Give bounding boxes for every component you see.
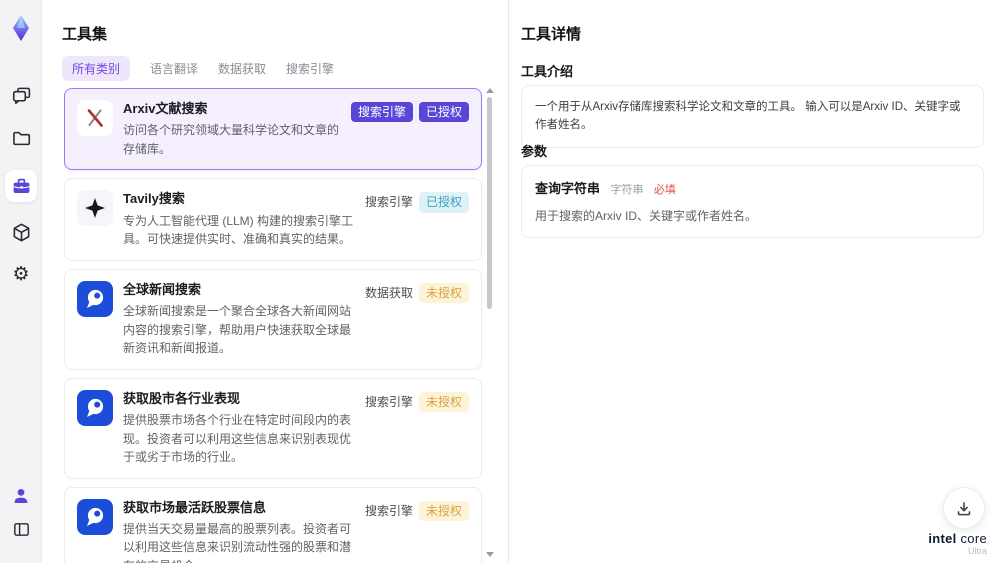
tool-card-body: 获取股市各行业表现 提供股票市场各个行业在特定时间段内的表现。投资者可以利用这些… (123, 390, 355, 467)
panel-toggle-icon (13, 523, 29, 536)
intel-core-wordmark: intel core (928, 531, 987, 546)
tool-card-body: 全球新闻搜索 全球新闻搜索是一个聚合全球各大新闻网站内容的搜索引擎，帮助用户快速… (123, 281, 355, 358)
left-icon-rail: ⚙ (0, 0, 42, 563)
sidebar-item-profile[interactable] (0, 486, 42, 506)
tool-card[interactable]: 获取市场最活跃股票信息 提供当天交易量最高的股票列表。投资者可以利用这些信息来识… (64, 486, 482, 563)
cube-icon (13, 223, 29, 242)
category-tab-0[interactable]: 所有类别 (62, 56, 131, 81)
scrollbar-thumb[interactable] (487, 97, 492, 309)
parameter-name: 查询字符串 (535, 181, 601, 196)
category-badge: 数据获取 (364, 285, 413, 300)
auth-status-badge: 已授权 (418, 192, 469, 213)
user-avatar-icon (14, 489, 28, 503)
tool-description: 提供股票市场各个行业在特定时间段内的表现。投资者可以利用这些信息来识别表现优于或… (123, 412, 352, 465)
auth-status-badge: 已授权 (418, 102, 469, 123)
tool-logo-tile (77, 100, 113, 136)
category-tab-2[interactable]: 数据获取 (218, 56, 266, 81)
tab-label: 数据获取 (218, 62, 267, 76)
sidebar-collapse-button[interactable] (0, 520, 42, 539)
parameter-type: 字符串 (610, 184, 644, 196)
sidebar-item-files[interactable] (0, 128, 42, 149)
category-tabs: 所有类别 语言翻译 数据获取 搜索引擎 (62, 56, 334, 81)
tool-detail-panel: 工具详情 工具介绍 一个用于从Arxiv存储库搜索科学论文和文章的工具。 输入可… (509, 0, 1000, 563)
parameter-header: 查询字符串 字符串 必填 (535, 178, 970, 198)
tool-name: 获取市场最活跃股票信息 (123, 499, 267, 515)
category-badge: 搜索引擎 (364, 195, 413, 210)
detail-title: 工具详情 (521, 26, 582, 43)
tool-card[interactable]: Arxiv文献搜索 访问各个研究领域大量科学论文和文章的存储库。 搜索引擎 已授… (64, 88, 482, 171)
tool-logo-tile (77, 389, 113, 426)
sidebar-item-settings[interactable]: ⚙ (0, 265, 42, 284)
category-badge: 搜索引擎 (364, 503, 413, 518)
tool-list-panel: 工具集 所有类别 语言翻译 数据获取 搜索引擎 Arxiv文献搜索 访问各个研究… (42, 0, 508, 563)
tool-name: 全球新闻搜索 (123, 281, 202, 297)
scrollbar-up-arrow-icon[interactable] (486, 88, 494, 93)
parameter-required-flag: 必填 (653, 184, 676, 196)
tool-description: 全球新闻搜索是一个聚合全球各大新闻网站内容的搜索引擎，帮助用户快速获取全球最新资… (123, 303, 352, 356)
tab-label: 语言翻译 (150, 62, 199, 76)
auth-status-badge: 未授权 (418, 282, 469, 304)
tool-card[interactable]: 获取股市各行业表现 提供股票市场各个行业在特定时间段内的表现。投资者可以利用这些… (64, 377, 482, 479)
tool-name: 获取股市各行业表现 (123, 390, 241, 406)
tavily-logo-icon (77, 190, 113, 226)
category-tab-3[interactable]: 搜索引擎 (286, 56, 334, 81)
tool-list: Arxiv文献搜索 访问各个研究领域大量科学论文和文章的存储库。 搜索引擎 已授… (64, 88, 482, 563)
tool-card[interactable]: Tavily搜索 专为人工智能代理 (LLM) 构建的搜索引擎工具。可快速提供实… (64, 178, 482, 261)
tool-name: Arxiv文献搜索 (123, 101, 208, 116)
category-tab-1[interactable]: 语言翻译 (150, 56, 198, 81)
sidebar-item-toolbox[interactable] (0, 170, 42, 202)
active-nav-highlight (5, 170, 37, 202)
tool-card-body: Arxiv文献搜索 访问各个研究领域大量科学论文和文章的存储库。 (123, 100, 341, 158)
news-service-logo-icon (77, 389, 113, 426)
news-service-logo-icon (77, 280, 113, 317)
auth-status-badge: 未授权 (418, 391, 469, 413)
tool-name: Tavily搜索 (123, 191, 185, 207)
tool-badges: 搜索引擎 未授权 (364, 500, 469, 522)
gear-icon: ⚙ (12, 264, 30, 285)
intel-core-badge: intel core Ultra (928, 531, 987, 557)
parameter-description: 用于搜索的Arxiv ID、关键字或作者姓名。 (535, 209, 758, 223)
tab-label: 搜索引擎 (286, 62, 335, 76)
folder-icon (12, 131, 30, 146)
auth-status-badge: 未授权 (418, 500, 469, 522)
tool-badges: 搜索引擎 已授权 (364, 192, 469, 213)
tool-logo-tile (77, 190, 113, 227)
briefcase-icon (12, 178, 30, 193)
tool-description: 访问各个研究领域大量科学论文和文章的存储库。 (123, 123, 340, 156)
tool-badges: 搜索引擎 已授权 (350, 102, 469, 123)
intro-heading: 工具介绍 (521, 64, 574, 79)
chat-icon (12, 87, 30, 105)
tool-card-body: 获取市场最活跃股票信息 提供当天交易量最高的股票列表。投资者可以利用这些信息来识… (123, 499, 355, 563)
tab-label: 所有类别 (72, 62, 121, 76)
parameter-row: 查询字符串 字符串 必填 用于搜索的Arxiv ID、关键字或作者姓名。 (535, 178, 970, 225)
download-button[interactable] (943, 487, 985, 529)
tool-card[interactable]: 全球新闻搜索 全球新闻搜索是一个聚合全球各大新闻网站内容的搜索引擎，帮助用户快速… (64, 268, 482, 370)
tool-badges: 数据获取 未授权 (364, 282, 469, 304)
sidebar-item-plugins[interactable] (0, 222, 42, 243)
intro-text-box: 一个用于从Arxiv存储库搜索科学论文和文章的工具。 输入可以是Arxiv ID… (521, 85, 984, 148)
app-logo (0, 14, 42, 42)
category-badge: 搜索引擎 (364, 394, 413, 409)
download-icon (957, 502, 971, 516)
news-service-logo-icon (77, 498, 113, 535)
page-title: 工具集 (62, 26, 108, 43)
tool-description: 专为人工智能代理 (LLM) 构建的搜索引擎工具。可快速提供实时、准确和真实的结… (123, 213, 354, 247)
tool-logo-tile (77, 280, 113, 317)
tool-badges: 搜索引擎 未授权 (364, 391, 469, 413)
scrollbar-down-arrow-icon[interactable] (486, 552, 494, 557)
tool-description: 提供当天交易量最高的股票列表。投资者可以利用这些信息来识别流动性强的股票和潜在的… (123, 521, 352, 563)
sidebar-item-chat[interactable] (0, 85, 42, 106)
arxiv-logo-icon (77, 100, 113, 136)
intel-tier-label: Ultra (967, 546, 987, 557)
tool-logo-tile (77, 498, 113, 535)
params-box: 查询字符串 字符串 必填 用于搜索的Arxiv ID、关键字或作者姓名。 (521, 165, 984, 238)
tool-card-body: Tavily搜索 专为人工智能代理 (LLM) 构建的搜索引擎工具。可快速提供实… (123, 190, 355, 248)
params-heading: 参数 (521, 144, 548, 159)
category-badge: 搜索引擎 (350, 102, 413, 123)
list-scrollbar[interactable] (486, 88, 494, 557)
app-logo-icon (13, 15, 29, 41)
